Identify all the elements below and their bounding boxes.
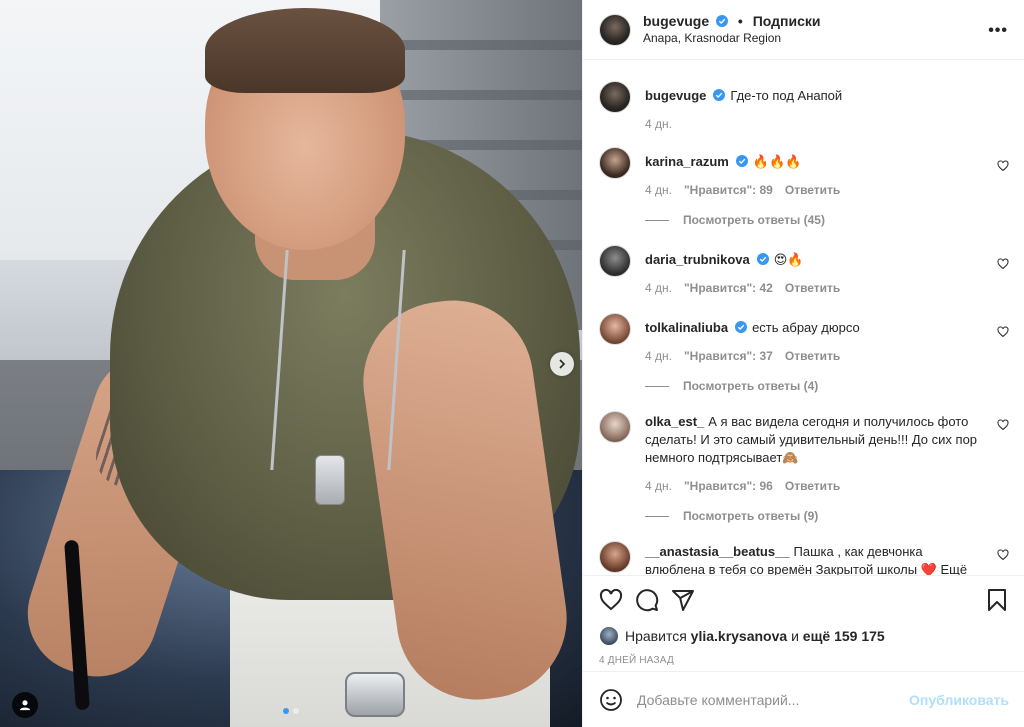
like-comment-icon[interactable] (997, 258, 1009, 270)
add-comment-bar: Опубликовать (583, 671, 1024, 727)
next-photo-button[interactable] (550, 352, 574, 376)
verified-badge-icon (735, 155, 748, 167)
carousel-indicator (283, 708, 299, 714)
comment-time[interactable]: 4 дн. (645, 349, 672, 363)
bookmark-icon[interactable] (985, 588, 1009, 612)
comment: olka_est_ А я вас видела сегодня и получи… (599, 411, 1009, 493)
view-replies-label: Посмотреть ответы (45) (683, 213, 825, 227)
heart-icon[interactable] (599, 588, 623, 612)
share-icon[interactable] (671, 588, 695, 612)
emoji-icon[interactable] (599, 688, 623, 712)
post-actions (583, 575, 1024, 623)
like-comment-icon[interactable] (997, 419, 1009, 431)
caption-username[interactable]: bugevuge (645, 88, 706, 103)
chevron-right-icon (559, 359, 566, 369)
view-replies-button[interactable]: Посмотреть ответы (4) (645, 379, 1009, 393)
caption-time[interactable]: 4 дн. (645, 117, 672, 131)
comment: daria_trubnikova 😍🔥 4 дн. "Нравится": 42 … (599, 245, 1009, 295)
photo-chain (270, 250, 406, 470)
commenter-avatar[interactable] (599, 411, 631, 443)
comment: tolkalinaliuba есть абрау дюрсо 4 дн. "Нр… (599, 313, 1009, 363)
photo-watch (345, 672, 405, 717)
view-replies-label: Посмотреть ответы (4) (683, 379, 819, 393)
carousel-dot (293, 708, 299, 714)
author-avatar[interactable] (599, 13, 631, 46)
comment-icon[interactable] (635, 588, 659, 612)
likes-prefix: Нравится (625, 628, 687, 644)
like-comment-icon[interactable] (997, 160, 1009, 172)
comment-like-count[interactable]: "Нравится": 89 (684, 183, 773, 197)
reply-button[interactable]: Ответить (785, 183, 840, 197)
post-timestamp[interactable]: 4 ДНЕЙ НАЗАД (599, 655, 674, 666)
comment-time[interactable]: 4 дн. (645, 479, 672, 493)
reply-button[interactable]: Ответить (785, 349, 840, 363)
likes-summary: Нравится ylia.krysanova и ещё 159 175 (599, 626, 885, 646)
comment-time[interactable]: 4 дн. (645, 281, 672, 295)
comments-list[interactable]: bugevuge Где-то под Анапой 4 дн. karina_r… (583, 61, 1024, 575)
commenter-username[interactable]: olka_est_ (645, 414, 704, 429)
liker-avatar[interactable] (599, 626, 619, 646)
comment-input[interactable] (637, 691, 910, 708)
comment-text: 😍🔥 (773, 252, 804, 267)
caption-text: Где-то под Анапой (730, 88, 843, 103)
publish-button[interactable]: Опубликовать (909, 692, 1009, 708)
liker-username[interactable]: ylia.krysanova (691, 628, 788, 644)
commenter-avatar[interactable] (599, 245, 631, 277)
user-icon (19, 700, 31, 711)
comment: __anastasia__beatus__ Пашка , как девчонк… (599, 541, 1009, 575)
comment: karina_razum 🔥🔥🔥 4 дн. "Нравится": 89 Отв… (599, 147, 1009, 197)
commenter-username[interactable]: tolkalinaliuba (645, 320, 728, 335)
commenter-username[interactable]: __anastasia__beatus__ (645, 544, 790, 559)
comment-time[interactable]: 4 дн. (645, 183, 672, 197)
follow-status-button[interactable]: Подписки (753, 13, 821, 29)
likes-count[interactable]: ещё 159 175 (803, 628, 885, 644)
post-location[interactable]: Anapa, Krasnodar Region (643, 30, 820, 47)
verified-badge-icon (713, 89, 726, 101)
comment-like-count[interactable]: "Нравится": 37 (684, 349, 773, 363)
verified-badge-icon (756, 253, 769, 265)
commenter-avatar[interactable] (599, 147, 631, 179)
likes-connector: и (791, 628, 799, 644)
view-replies-button[interactable]: Посмотреть ответы (9) (645, 509, 1009, 523)
comment-like-count[interactable]: "Нравится": 96 (684, 479, 773, 493)
reply-button[interactable]: Ответить (785, 479, 840, 493)
comment-text: есть абрау дюрсо (752, 320, 860, 335)
reply-button[interactable]: Ответить (785, 281, 840, 295)
more-options-button[interactable]: ••• (988, 22, 1008, 40)
photo-dog-tag (315, 455, 345, 505)
tagged-users-button[interactable] (12, 692, 38, 718)
post-photo[interactable] (0, 0, 582, 727)
like-comment-icon[interactable] (997, 326, 1009, 338)
author-username[interactable]: bugevuge (643, 13, 709, 29)
post-header: bugevuge • Подписки Anapa, Krasnodar Reg… (583, 0, 1024, 60)
commenter-avatar[interactable] (599, 541, 631, 573)
post-panel: bugevuge • Подписки Anapa, Krasnodar Reg… (582, 0, 1024, 727)
carousel-dot-active (283, 708, 289, 714)
commenter-username[interactable]: karina_razum (645, 154, 729, 169)
view-replies-label: Посмотреть ответы (9) (683, 509, 819, 523)
view-replies-button[interactable]: Посмотреть ответы (45) (645, 213, 1009, 227)
commenter-avatar[interactable] (599, 313, 631, 345)
author-avatar[interactable] (599, 81, 631, 113)
comment-like-count[interactable]: "Нравится": 42 (684, 281, 773, 295)
post-caption: bugevuge Где-то под Анапой 4 дн. (599, 61, 1009, 131)
comment-text: 🔥🔥🔥 (752, 154, 802, 169)
separator-dot: • (737, 12, 743, 29)
commenter-username[interactable]: daria_trubnikova (645, 252, 750, 267)
verified-badge-icon (716, 14, 729, 27)
photo-hair (205, 8, 405, 93)
like-comment-icon[interactable] (997, 549, 1009, 561)
verified-badge-icon (735, 321, 748, 333)
